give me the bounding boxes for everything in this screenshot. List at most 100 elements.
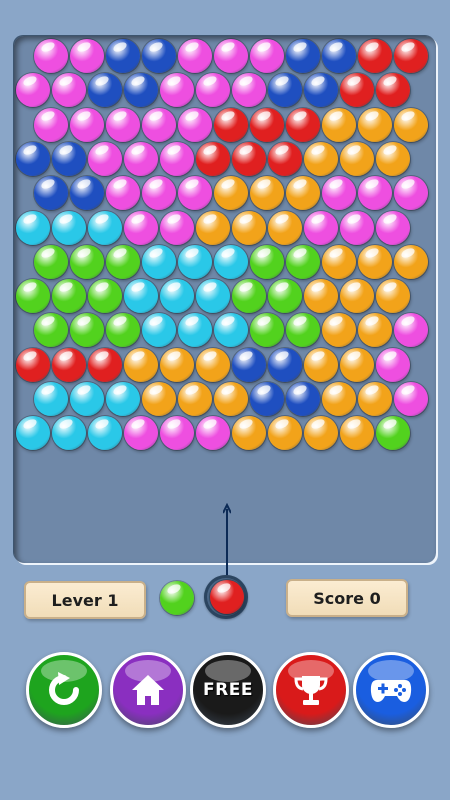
bubble-green bbox=[70, 313, 104, 348]
bubble-green bbox=[16, 279, 50, 314]
bubble-blue bbox=[16, 141, 50, 176]
bubble-green bbox=[106, 313, 140, 348]
bubble-green bbox=[250, 313, 284, 348]
bubble-orange bbox=[322, 313, 356, 348]
bubble-pink bbox=[70, 107, 104, 142]
bubble-green bbox=[52, 279, 86, 314]
bubble-green bbox=[232, 279, 266, 314]
bubble-orange bbox=[376, 279, 410, 314]
bubble-orange bbox=[322, 244, 356, 279]
bubble-pink bbox=[340, 210, 374, 245]
free-label: FREE bbox=[203, 680, 253, 700]
gamepad-icon bbox=[370, 680, 412, 702]
bubble-blue bbox=[304, 73, 338, 108]
bubble-pink bbox=[160, 73, 194, 108]
score-display: Score 0 bbox=[286, 579, 408, 617]
bubble-pink bbox=[160, 210, 194, 245]
bubble-pink bbox=[34, 39, 68, 73]
bubble-red bbox=[286, 107, 320, 142]
bubble-blue bbox=[124, 73, 158, 108]
bubble-pink bbox=[88, 141, 122, 176]
bubble-orange bbox=[358, 107, 392, 142]
bubble-green bbox=[34, 313, 68, 348]
bubble-green bbox=[286, 244, 320, 279]
bubble-pink bbox=[52, 73, 86, 108]
bubble-red bbox=[88, 347, 122, 382]
bubble-pink bbox=[16, 73, 50, 108]
next-bubble bbox=[160, 581, 194, 615]
bubble-blue bbox=[250, 382, 284, 416]
bubble-green bbox=[250, 244, 284, 279]
bubble-orange bbox=[178, 382, 212, 416]
bubble-pink bbox=[124, 210, 158, 245]
bubble-blue bbox=[322, 39, 356, 73]
bubble-green bbox=[268, 279, 302, 314]
bubble-orange bbox=[268, 210, 302, 245]
aim-arrow-icon bbox=[223, 503, 231, 583]
bubble-pink bbox=[322, 176, 356, 211]
bubble-red bbox=[214, 107, 248, 142]
restart-button[interactable] bbox=[26, 652, 102, 728]
bubble-pink bbox=[394, 176, 428, 211]
bubble-green bbox=[286, 313, 320, 348]
bubble-blue bbox=[268, 73, 302, 108]
bubble-orange bbox=[322, 107, 356, 142]
bubble-pink bbox=[34, 107, 68, 142]
bubble-pink bbox=[250, 39, 284, 73]
bubble-blue bbox=[268, 347, 302, 382]
bubble-blue bbox=[52, 141, 86, 176]
bubble-cyan bbox=[142, 244, 176, 279]
bubble-orange bbox=[268, 416, 302, 451]
bubble-blue bbox=[106, 39, 140, 73]
bubble-pink bbox=[178, 176, 212, 211]
bubble-green bbox=[70, 244, 104, 279]
bubble-pink bbox=[70, 39, 104, 73]
bubble-red bbox=[196, 141, 230, 176]
bubble-cyan bbox=[178, 244, 212, 279]
home-button[interactable] bbox=[110, 652, 186, 728]
bubble-orange bbox=[322, 382, 356, 416]
bubble-cyan bbox=[196, 279, 230, 314]
free-button[interactable]: FREE bbox=[190, 652, 266, 728]
bubble-orange bbox=[304, 347, 338, 382]
games-button[interactable] bbox=[353, 652, 429, 728]
score-label: Score 0 bbox=[313, 588, 381, 608]
trophy-button[interactable] bbox=[273, 652, 349, 728]
bubble-red bbox=[394, 39, 428, 73]
bubble-pink bbox=[142, 107, 176, 142]
bubble-cyan bbox=[16, 210, 50, 245]
bubble-orange bbox=[394, 244, 428, 279]
bubble-cyan bbox=[16, 416, 50, 451]
bubble-cyan bbox=[34, 382, 68, 416]
bubble-red bbox=[232, 141, 266, 176]
bubble-orange bbox=[304, 141, 338, 176]
bubble-pink bbox=[142, 176, 176, 211]
bubble-orange bbox=[358, 382, 392, 416]
bubble-pink bbox=[160, 141, 194, 176]
current-bubble[interactable] bbox=[210, 580, 244, 614]
bubble-orange bbox=[340, 347, 374, 382]
bubble-red bbox=[376, 73, 410, 108]
bubble-red bbox=[52, 347, 86, 382]
bubble-orange bbox=[394, 107, 428, 142]
bubble-blue bbox=[286, 382, 320, 416]
bubble-pink bbox=[394, 382, 428, 416]
bubble-pink bbox=[196, 73, 230, 108]
bubble-cyan bbox=[70, 382, 104, 416]
bubble-orange bbox=[286, 176, 320, 211]
bubble-pink bbox=[394, 313, 428, 348]
bubble-orange bbox=[232, 416, 266, 451]
bubble-orange bbox=[358, 313, 392, 348]
bubble-pink bbox=[214, 39, 248, 73]
bubble-pink bbox=[304, 210, 338, 245]
bubble-green bbox=[376, 416, 410, 451]
bubble-pink bbox=[376, 210, 410, 245]
bubble-board[interactable] bbox=[14, 36, 436, 563]
bubble-orange bbox=[340, 416, 374, 451]
bubble-red bbox=[16, 347, 50, 382]
bubble-orange bbox=[196, 210, 230, 245]
bubble-green bbox=[34, 244, 68, 279]
bubble-orange bbox=[160, 347, 194, 382]
bubble-pink bbox=[178, 39, 212, 73]
bubble-pink bbox=[160, 416, 194, 451]
